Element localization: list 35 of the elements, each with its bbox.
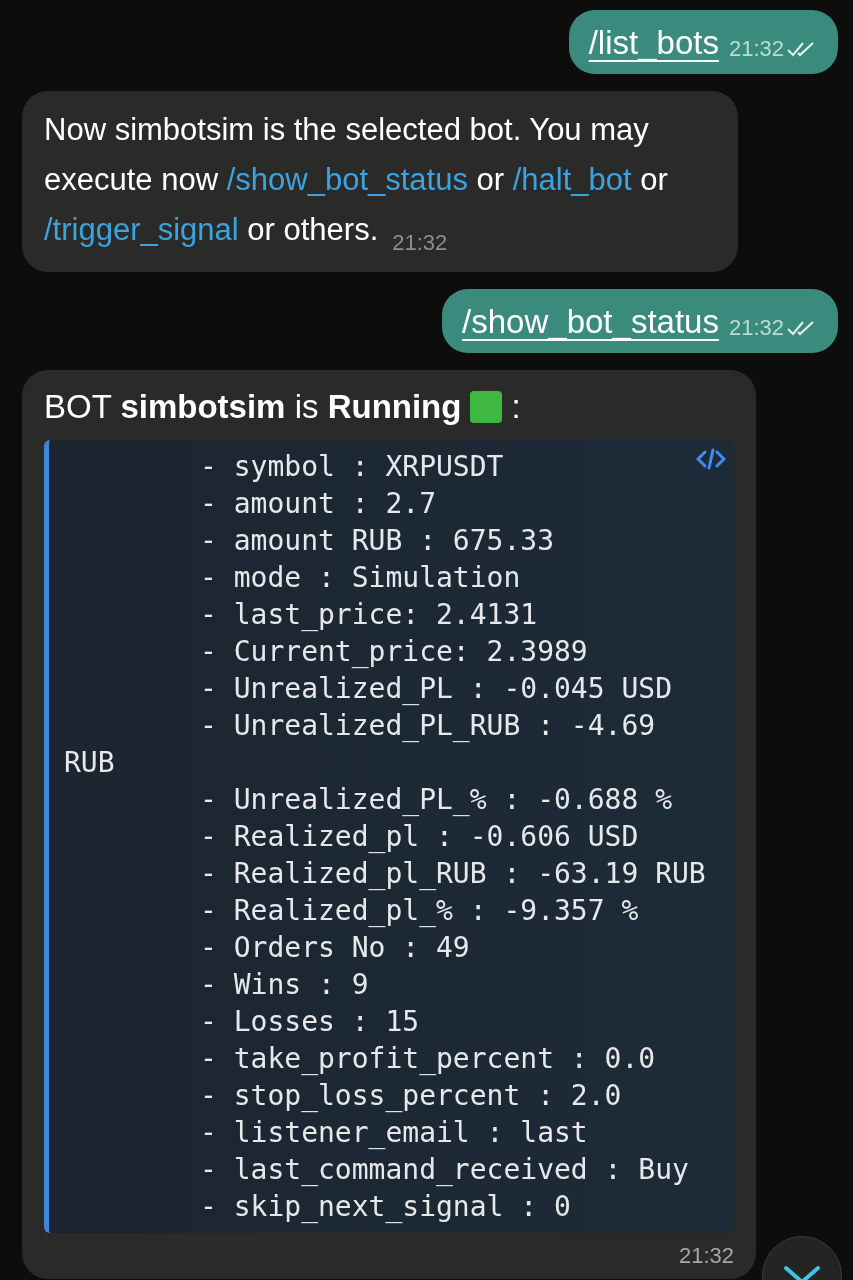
code-line: - Unrealized_PL_% : -0.688 % [199, 782, 672, 818]
code-line: - last_command_received : Buy [199, 1152, 689, 1188]
chevron-down-icon [782, 1265, 822, 1280]
code-line: - symbol : XRPUSDT [199, 449, 504, 485]
code-line: - amount : 2.7 [199, 486, 436, 522]
code-line: - last_price: 2.4131 [199, 597, 538, 633]
command-link[interactable]: /list_bots [588, 24, 719, 62]
code-line: - Unrealized_PL_RUB : -4.69 RUB [64, 708, 657, 781]
code-line: - Unrealized_PL : -0.045 USD [199, 671, 672, 707]
code-icon[interactable] [696, 448, 726, 470]
title-colon: : [511, 388, 521, 426]
command-link[interactable]: /trigger_signal [44, 212, 239, 247]
command-link[interactable]: /show_bot_status [226, 162, 468, 197]
message-time: 21:32 [392, 230, 448, 255]
message-time: 21:32 [678, 1243, 734, 1269]
code-line: - mode : Simulation [199, 560, 521, 596]
code-line: - Realized_pl : -0.606 USD [199, 819, 639, 855]
message-text: Now simbotsim is the selected bot. You may execute now /show_bot_status or /halt_bot or /trigger_signal or others. $_{21:32}$ [44, 111, 669, 257]
code-line: - skip_next_signal : 0 [199, 1189, 571, 1225]
code-line: - Realized_pl_RUB : -63.19 RUB [199, 856, 706, 892]
code-line: - Current_price: 2.3989 [199, 634, 588, 670]
code-line: - Orders No : 49 [199, 930, 470, 966]
command-link[interactable]: /halt_bot [512, 162, 632, 197]
status-square-icon [470, 391, 503, 423]
code-line: - Losses : 15 [199, 1004, 420, 1040]
message-time: 21:32 [728, 315, 784, 341]
code-line: - take_profit_percent : 0.0 [199, 1041, 656, 1077]
command-link[interactable]: /show_bot_status [462, 303, 719, 341]
code-line: - Wins : 9 [199, 967, 369, 1003]
message-time: 21:32 [728, 36, 784, 62]
message-title: BOT simbotsim is Running [44, 388, 462, 426]
code-line: - listener_email : last [199, 1115, 588, 1151]
code-line: - stop_loss_percent : 2.0 [199, 1078, 622, 1114]
code-line: - amount RUB : 675.33 [199, 523, 554, 559]
code-line: - Realized_pl_% : -9.357 % [199, 893, 639, 929]
